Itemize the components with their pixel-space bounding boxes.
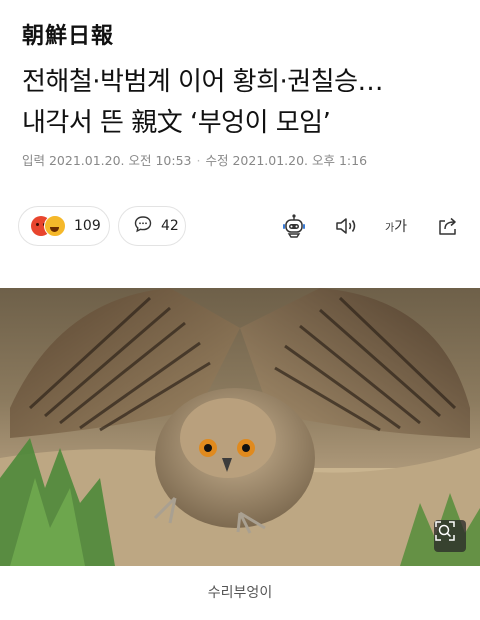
share-icon[interactable] <box>432 210 464 242</box>
speaker-icon[interactable] <box>330 210 362 242</box>
zoom-icon[interactable] <box>434 520 466 552</box>
laugh-emoji-icon <box>44 215 66 237</box>
meta-separator: · <box>196 153 201 168</box>
article-photo[interactable] <box>0 288 480 566</box>
masthead-logo[interactable]: 朝鮮日報 <box>22 18 114 50</box>
reaction-button[interactable]: 109 <box>18 206 110 246</box>
font-size-large-label: 가 <box>394 219 408 235</box>
font-size-small-label: 가 <box>384 222 395 234</box>
headline-line-1: 전해철·박범계 이어 황희·권칠승… <box>22 67 384 97</box>
comment-button[interactable]: 42 <box>118 206 186 246</box>
reaction-count: 109 <box>74 218 101 234</box>
article-meta: 입력 2021.01.20. 오전 10:53 · 수정 2021.01.20. 오… <box>22 150 367 169</box>
photo-caption: 수리부엉이 <box>207 585 273 601</box>
comment-icon <box>133 214 153 238</box>
owl-illustration <box>0 288 480 566</box>
updated-time: 수정 2021.01.20. 오후 1:16 <box>205 153 368 168</box>
comment-count: 42 <box>161 218 179 234</box>
font-size-button[interactable]: 가가 <box>380 210 412 242</box>
article-headline: 전해철·박범계 이어 황희·권칠승… 내각서 뜬 親文 ‘부엉이 모임’ <box>22 62 462 144</box>
robot-icon[interactable] <box>278 210 310 242</box>
headline-line-2: 내각서 뜬 親文 ‘부엉이 모임’ <box>22 108 331 138</box>
published-time: 입력 2021.01.20. 오전 10:53 <box>22 153 192 168</box>
